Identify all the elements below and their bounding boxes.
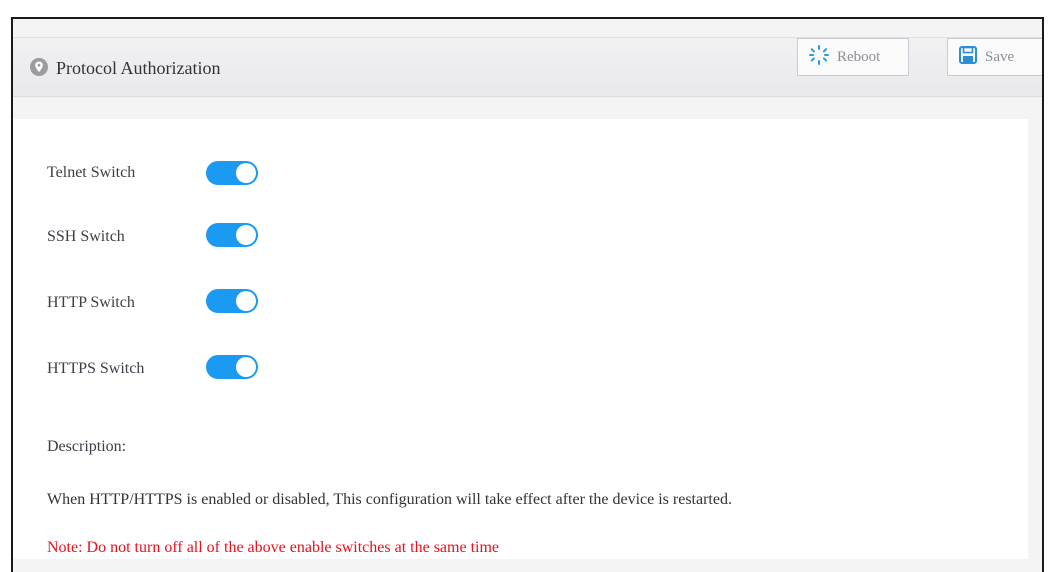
ssh-toggle[interactable] <box>206 223 258 247</box>
panel-header: Protocol Authorization Reboot Save <box>13 37 1042 97</box>
description-heading: Description: <box>47 438 127 455</box>
http-switch-row: HTTP Switch <box>47 288 135 318</box>
reboot-button[interactable]: Reboot <box>797 38 909 76</box>
http-switch-label: HTTP Switch <box>47 294 135 311</box>
page-title: Protocol Authorization <box>56 58 221 78</box>
toggle-knob <box>236 291 256 311</box>
settings-window: Protocol Authorization Reboot Save Telne… <box>11 17 1044 572</box>
settings-panel: Telnet Switch SSH Switch HTTP Switch HTT… <box>13 119 1028 559</box>
save-button[interactable]: Save <box>947 38 1042 76</box>
telnet-toggle[interactable] <box>206 161 258 185</box>
https-toggle[interactable] <box>206 355 258 379</box>
warning-note: Note: Do not turn off all of the above e… <box>47 539 500 556</box>
reboot-label: Reboot <box>837 48 881 65</box>
ssh-switch-label: SSH Switch <box>47 228 125 245</box>
description-text: When HTTP/HTTPS is enabled or disabled, … <box>47 491 732 508</box>
save-floppy-icon <box>958 45 985 70</box>
ssh-switch-row: SSH Switch <box>47 222 125 252</box>
https-switch-row: HTTPS Switch <box>47 354 144 384</box>
location-pin-icon <box>29 57 49 77</box>
toggle-knob <box>236 357 256 377</box>
telnet-switch-label: Telnet Switch <box>47 164 136 181</box>
http-toggle[interactable] <box>206 289 258 313</box>
telnet-switch-row: Telnet Switch <box>47 158 135 188</box>
toggle-knob <box>236 225 256 245</box>
toggle-knob <box>236 163 256 183</box>
https-switch-label: HTTPS Switch <box>47 360 145 377</box>
reboot-spinner-icon <box>808 44 837 71</box>
save-label: Save <box>985 48 1015 65</box>
